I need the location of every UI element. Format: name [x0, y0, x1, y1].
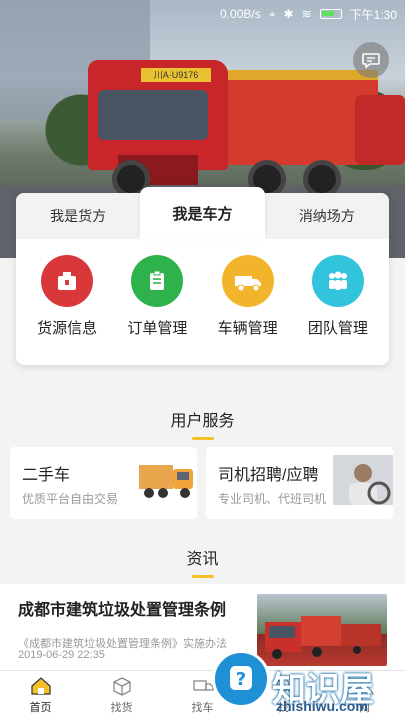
bluetooth-icon: ✱ — [283, 7, 294, 21]
feature-team-management[interactable]: 团队管理 — [298, 255, 378, 338]
service-title: 二手车 — [22, 467, 71, 484]
feature-label: 货源信息 — [37, 320, 98, 337]
battery-icon — [319, 9, 342, 19]
home-icon — [30, 677, 51, 695]
truck-plate: 川A·U9176 — [141, 68, 211, 82]
box-icon — [112, 677, 131, 696]
truck-background — [355, 95, 405, 165]
feature-grid: 货源信息 订单管理 车辆管理 团队管理 — [16, 255, 389, 338]
section-title-user-service: 用户服务 — [0, 407, 405, 440]
status-bar: 0.00B/s ⌖ ✱ ≋ 下午1:30 — [0, 0, 405, 28]
message-button[interactable] — [353, 42, 389, 78]
feature-label: 订单管理 — [127, 320, 188, 337]
feature-order-management[interactable]: 订单管理 — [117, 255, 197, 338]
news-thumbnail — [257, 594, 387, 666]
nav-find-cargo[interactable]: 找货 — [81, 671, 162, 720]
help-icon: ? — [230, 666, 252, 690]
service-driver-recruitment[interactable]: 司机招聘/应聘 专业司机、代班司机 — [206, 447, 393, 519]
feature-label: 团队管理 — [307, 320, 368, 337]
dump-truck-image: 川A·U9176 — [88, 40, 378, 200]
section-title-news: 资讯 — [0, 545, 405, 578]
svg-text:?: ? — [236, 669, 246, 690]
role-card: 我是货方 我是车方 消纳场方 货源信息 订单管理 车辆管理 团队管理 — [16, 187, 389, 365]
feature-cargo-info[interactable]: 货源信息 — [27, 255, 107, 338]
tab-vehicle-owner[interactable]: 我是车方 — [140, 187, 265, 239]
cargo-box-icon — [41, 255, 94, 307]
truck-icon — [221, 255, 274, 307]
team-icon — [311, 255, 364, 307]
tab-cargo-owner[interactable]: 我是货方 — [16, 193, 140, 239]
watermark-logo: ? — [212, 650, 270, 708]
news-item[interactable]: 成都市建筑垃圾处置管理条例 《成都市建筑垃圾处置管理条例》实施办法 2019-0… — [0, 584, 405, 670]
service-used-car[interactable]: 二手车 优质平台自由交易 — [10, 447, 197, 519]
used-truck-image — [139, 465, 193, 498]
title-underline — [191, 437, 214, 440]
service-subtitle: 优质平台自由交易 — [22, 492, 119, 506]
watermark-domain: zhishiwu.com — [276, 698, 368, 714]
clipboard-icon — [131, 255, 184, 307]
tab-disposal-site[interactable]: 消纳场方 — [265, 193, 389, 239]
feature-vehicle-management[interactable]: 车辆管理 — [208, 255, 288, 338]
news-title: 成都市建筑垃圾处置管理条例 — [18, 602, 227, 619]
wifi-icon: ≋ — [301, 7, 312, 21]
service-title: 司机招聘/应聘 — [218, 467, 319, 484]
location-icon: ⌖ — [268, 6, 276, 21]
role-tabs: 我是货方 我是车方 消纳场方 — [16, 187, 389, 239]
clock: 下午1:30 — [349, 7, 397, 22]
title-underline — [191, 575, 214, 578]
service-subtitle: 专业司机、代班司机 — [218, 492, 327, 506]
feature-label: 车辆管理 — [217, 320, 278, 337]
network-speed: 0.00B/s — [220, 7, 261, 21]
truck-nav-icon — [192, 680, 214, 691]
nav-home[interactable]: 首页 — [0, 671, 81, 720]
chat-icon — [362, 53, 380, 69]
news-date: 2019-06-29 22:35 — [18, 649, 105, 661]
driver-image — [333, 455, 393, 505]
